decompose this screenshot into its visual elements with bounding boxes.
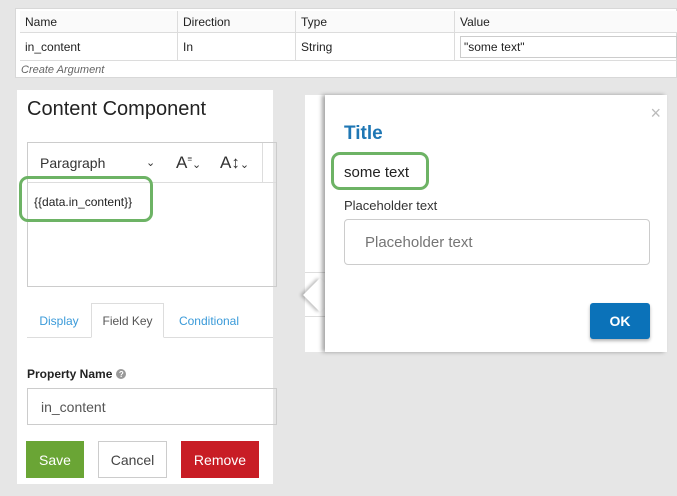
preview-dialog: × Title some text Placeholder text OK — [325, 95, 667, 352]
cancel-button[interactable]: Cancel — [98, 441, 167, 478]
highlight-box — [19, 176, 153, 222]
tab-field-key[interactable]: Field Key — [91, 303, 164, 338]
dialog-title: Title — [344, 123, 383, 144]
format-select[interactable]: Paragraph — [40, 155, 105, 171]
create-argument[interactable]: Create Argument — [21, 61, 104, 78]
arg-type[interactable]: String — [296, 33, 455, 61]
close-icon[interactable]: × — [650, 103, 661, 124]
preview-area: × Title some text Placeholder text OK — [303, 95, 667, 352]
ok-button[interactable]: OK — [590, 303, 650, 339]
property-name-input[interactable]: in_content — [27, 388, 277, 425]
highlight-box — [331, 152, 429, 190]
chevron-down-icon[interactable]: ⌄ — [146, 156, 155, 169]
col-header-direction[interactable]: Direction — [178, 11, 296, 33]
font-size-icon[interactable]: A≡⌄ — [176, 153, 201, 173]
component-panel: Content Component Paragraph ⌄ A≡⌄ A↕⌄ {{… — [17, 90, 277, 484]
arg-name[interactable]: in_content — [20, 33, 178, 61]
arg-direction[interactable]: In — [178, 33, 296, 61]
col-header-value[interactable]: Value — [455, 11, 677, 33]
arguments-table: Name Direction Type Value in_content In … — [15, 8, 677, 78]
col-header-type[interactable]: Type — [296, 11, 455, 33]
arg-value-cell: "some text" — [455, 33, 677, 61]
tab-conditional[interactable]: Conditional — [164, 303, 254, 338]
field-label: Placeholder text — [344, 198, 438, 213]
panel-title: Content Component — [27, 98, 207, 120]
tab-display[interactable]: Display — [27, 303, 91, 338]
placeholder-input[interactable] — [344, 219, 650, 265]
property-name-text: Property Name — [27, 367, 113, 381]
arg-value-input[interactable]: "some text" — [460, 35, 677, 58]
save-button[interactable]: Save — [26, 441, 84, 478]
line-height-icon[interactable]: A↕⌄ — [220, 153, 249, 173]
property-name-label: Property Name? — [27, 367, 127, 381]
col-header-name[interactable]: Name — [20, 11, 178, 33]
tabs: Display Field Key Conditional — [27, 303, 273, 338]
remove-button[interactable]: Remove — [181, 441, 259, 478]
help-icon[interactable]: ? — [116, 369, 127, 379]
